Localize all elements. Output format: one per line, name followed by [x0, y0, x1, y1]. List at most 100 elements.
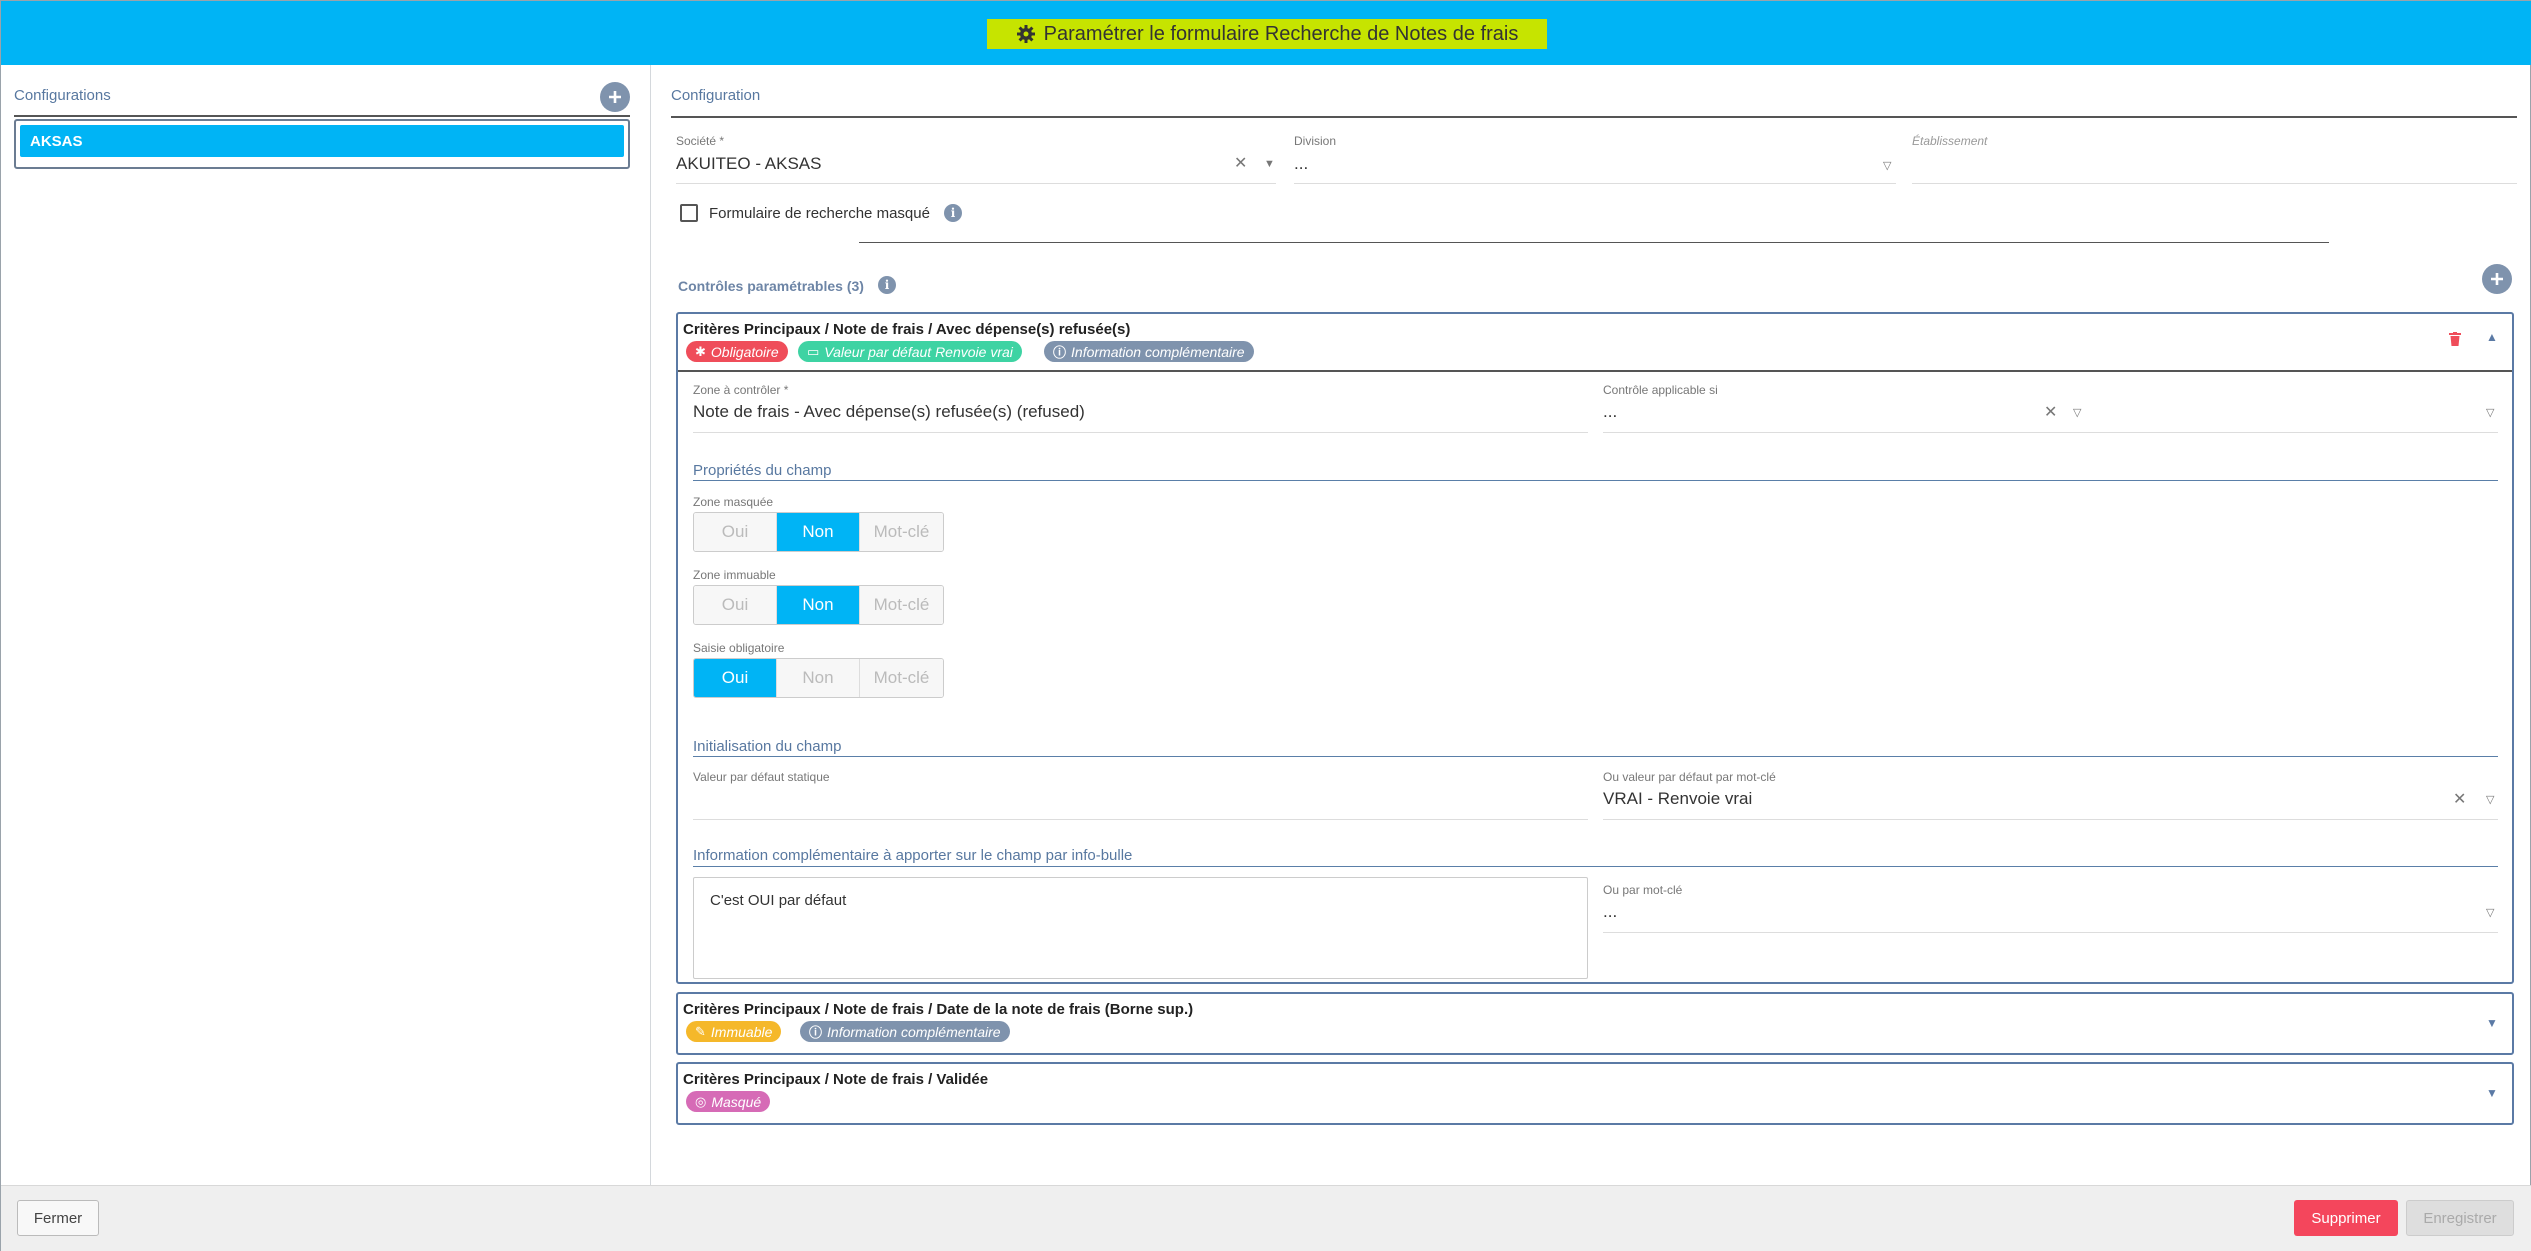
- zone-underline: [693, 432, 1588, 433]
- condition-label: Contrôle applicable si: [1603, 383, 1718, 397]
- clear-icon[interactable]: ✕: [1234, 153, 1247, 173]
- option-oui[interactable]: Oui: [694, 659, 777, 697]
- info-icon: ⓘ: [1053, 345, 1067, 360]
- required-badge: ✱ Obligatoire: [686, 341, 788, 362]
- prop-label: Zone masquée: [693, 495, 774, 509]
- configuration-divider: [671, 116, 2517, 118]
- control-card[interactable]: Critères Principaux / Note de frais / Va…: [676, 1062, 2514, 1125]
- info-badge: ⓘ Information complémentaire: [800, 1021, 1010, 1042]
- clear-icon[interactable]: ✕: [2044, 402, 2057, 422]
- configuration-item-aksas[interactable]: AKSAS: [20, 125, 624, 157]
- init-title: Initialisation du champ: [693, 738, 842, 755]
- info-badge: ⓘ Information complémentaire: [1044, 341, 1254, 362]
- control-title: Critères Principaux / Note de frais / Av…: [683, 321, 1131, 338]
- immutable-badge: ✎ Immuable: [686, 1021, 782, 1042]
- add-control-button[interactable]: [2482, 264, 2512, 294]
- static-value-underline: [693, 819, 1588, 820]
- chevron-down-icon[interactable]: ▽: [2486, 793, 2494, 806]
- asterisk-icon: ✱: [695, 343, 706, 359]
- keyword-value-field[interactable]: VRAI - Renvoie vrai: [1603, 789, 1752, 809]
- condition-field[interactable]: ...: [1603, 402, 1617, 422]
- init-divider: [693, 756, 2498, 757]
- zone-label: Zone à contrôler *: [693, 383, 789, 397]
- chevron-down-icon[interactable]: ▽: [2486, 906, 2494, 919]
- option-non[interactable]: Non: [777, 586, 860, 624]
- societe-label: Société *: [676, 134, 725, 148]
- footer: Fermer Supprimer Enregistrer: [1, 1185, 2531, 1251]
- hidden-zone-toggle: Oui Non Mot-clé: [693, 512, 944, 552]
- app-header: Paramétrer le formulaire Recherche de No…: [1, 1, 2531, 65]
- option-mot-cle[interactable]: Mot-clé: [860, 659, 943, 697]
- edit-off-icon: ✎: [695, 1023, 706, 1039]
- zone-field[interactable]: Note de frais - Avec dépense(s) refusée(…: [693, 402, 1085, 422]
- societe-field[interactable]: AKUITEO - AKSAS: [676, 154, 822, 174]
- immutable-zone-toggle: Oui Non Mot-clé: [693, 585, 944, 625]
- chevron-down-icon[interactable]: ▽: [2486, 406, 2494, 419]
- chevron-down-icon[interactable]: ▼: [2486, 1016, 2498, 1030]
- condition-underline: [1603, 432, 2498, 433]
- card-divider: [678, 370, 2512, 372]
- chevron-down-icon[interactable]: ▽: [1883, 159, 1891, 172]
- hidden-form-checkbox[interactable]: [680, 204, 698, 222]
- static-value-label: Valeur par défaut statique: [693, 770, 830, 784]
- info-divider: [693, 866, 2498, 867]
- configurations-title: Configurations: [14, 87, 111, 104]
- control-card: Critères Principaux / Note de frais / Av…: [676, 312, 2514, 984]
- close-button[interactable]: Fermer: [17, 1200, 99, 1236]
- option-oui[interactable]: Oui: [694, 513, 777, 551]
- keyboard-icon: ▭: [807, 343, 820, 359]
- division-underline: [1294, 183, 1896, 184]
- clear-icon[interactable]: ✕: [2453, 789, 2466, 809]
- eye-off-icon: ◎: [695, 1093, 707, 1109]
- option-non[interactable]: Non: [777, 659, 860, 697]
- info-textarea[interactable]: C'est OUI par défaut: [693, 877, 1588, 979]
- plus-icon: [2491, 273, 2503, 285]
- info-title: Information complémentaire à apporter su…: [693, 847, 1133, 864]
- props-divider: [693, 480, 2498, 481]
- chevron-up-icon[interactable]: ▲: [2486, 330, 2498, 344]
- chevron-down-icon[interactable]: ▼: [2486, 1086, 2498, 1100]
- delete-button[interactable]: Supprimer: [2294, 1200, 2398, 1236]
- chevron-down-icon[interactable]: ▽: [2073, 406, 2081, 419]
- info-icon: ⓘ: [809, 1025, 823, 1040]
- required-input-toggle: Oui Non Mot-clé: [693, 658, 944, 698]
- societe-underline: [676, 183, 1276, 184]
- control-card[interactable]: Critères Principaux / Note de frais / Da…: [676, 992, 2514, 1055]
- option-mot-cle[interactable]: Mot-clé: [860, 513, 943, 551]
- prop-label: Saisie obligatoire: [693, 641, 785, 655]
- info-keyword-underline: [1603, 932, 2498, 933]
- props-title: Propriétés du champ: [693, 462, 832, 479]
- chevron-down-icon[interactable]: ▼: [1264, 158, 1275, 170]
- info-icon[interactable]: i: [878, 276, 896, 294]
- controls-title: Contrôles paramétrables (3): [678, 278, 864, 294]
- option-oui[interactable]: Oui: [694, 586, 777, 624]
- separator: [859, 242, 2329, 243]
- save-button[interactable]: Enregistrer: [2406, 1200, 2514, 1236]
- keyword-value-underline: [1603, 819, 2498, 820]
- info-keyword-label: Ou par mot-clé: [1603, 883, 1683, 897]
- control-title: Critères Principaux / Note de frais / Va…: [683, 1071, 989, 1088]
- etablissement-underline: [1912, 183, 2517, 184]
- configurations-list: AKSAS: [14, 119, 630, 169]
- info-keyword-field[interactable]: ...: [1603, 902, 1617, 922]
- prop-label: Zone immuable: [693, 568, 776, 582]
- plus-icon: [609, 91, 621, 103]
- division-field[interactable]: ...: [1294, 154, 1308, 174]
- etablissement-label: Établissement: [1912, 134, 1988, 148]
- keyword-value-label: Ou valeur par défaut par mot-clé: [1603, 770, 1776, 784]
- info-icon[interactable]: i: [944, 204, 962, 222]
- control-title: Critères Principaux / Note de frais / Da…: [683, 1001, 1194, 1018]
- option-non[interactable]: Non: [777, 513, 860, 551]
- gear-icon: [1016, 24, 1036, 44]
- option-mot-cle[interactable]: Mot-clé: [860, 586, 943, 624]
- division-label: Division: [1294, 134, 1337, 148]
- page-title: Paramétrer le formulaire Recherche de No…: [987, 19, 1547, 49]
- add-configuration-button[interactable]: [600, 82, 630, 112]
- default-value-badge: ▭ Valeur par défaut Renvoie vrai: [798, 341, 1022, 362]
- hidden-badge: ◎ Masqué: [686, 1091, 771, 1112]
- configuration-title: Configuration: [671, 87, 761, 104]
- configurations-divider: [14, 115, 630, 117]
- configurations-panel: Configurations AKSAS: [1, 65, 651, 1185]
- trash-icon[interactable]: [2449, 332, 2461, 346]
- hidden-form-label: Formulaire de recherche masqué: [709, 205, 930, 222]
